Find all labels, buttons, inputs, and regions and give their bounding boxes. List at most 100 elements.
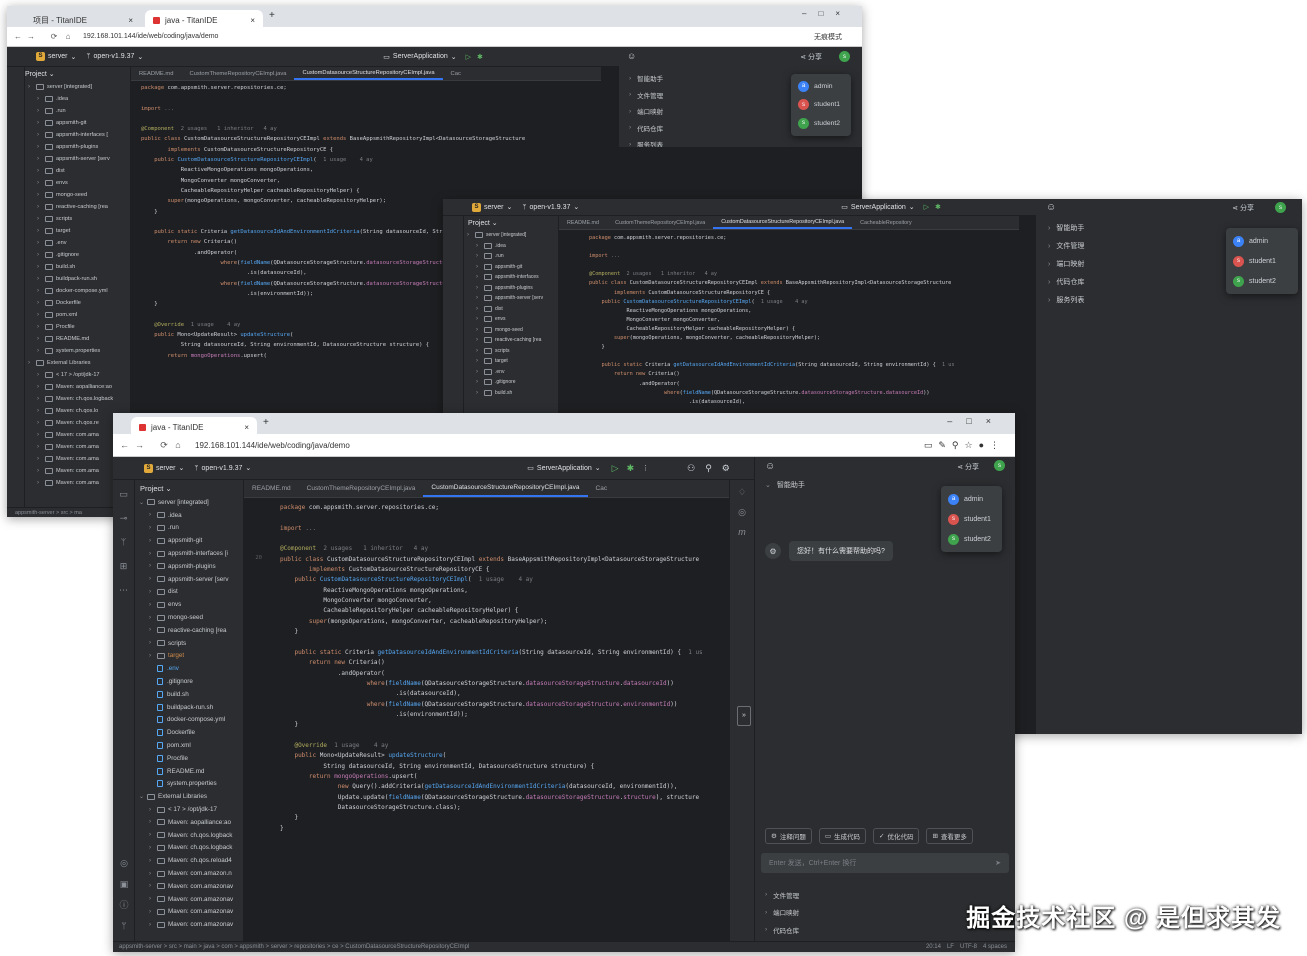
menu-item[interactable]: › 文件管理 [629,87,663,104]
ai-icon[interactable]: ◎ [738,507,746,517]
chevron-right-icon[interactable]: › [37,180,45,186]
menu-item[interactable]: › 智能助手 [1048,219,1084,237]
action-button[interactable]: ⚙ 注释问题 [765,828,812,844]
close-icon[interactable]: × [250,16,255,25]
run-icon[interactable]: ▷ [466,53,471,61]
project-selector[interactable]: Sserver ⌄ [139,463,189,474]
chevron-right-icon[interactable]: › [476,243,484,249]
menu-item[interactable]: › 端口映射 [629,103,663,120]
bottom-tool-icons[interactable]: ◎ ▣ ⓘ ᛘ [113,853,135,937]
chevron-right-icon[interactable]: › [37,444,45,450]
tool-window-icons[interactable]: ▭ ⊸ ᛘ ⊞ ⋯ [113,480,134,602]
tree-item[interactable]: › server [integrated] [464,230,558,241]
menu-assistant[interactable]: ⌄ 智能助手 [765,480,805,490]
chevron-right-icon[interactable]: › [37,108,45,114]
chevron-right-icon[interactable]: › [37,312,45,318]
incognito-label[interactable]: 无痕模式 [814,32,842,42]
menu-item[interactable]: › 代码仓库 [629,120,663,137]
chevron-right-icon[interactable]: › [629,91,631,98]
tree-item[interactable]: › mongo-seed [464,325,558,336]
user-option[interactable]: s student2 [791,114,851,133]
gear-icon[interactable]: ⚙ [722,463,730,474]
user-option[interactable]: s student1 [791,96,851,115]
chevron-right-icon[interactable]: › [476,316,484,322]
chevron-right-icon[interactable]: › [37,420,45,426]
m-icon[interactable]: m [738,527,746,537]
editor-tab[interactable]: CustomDatasourceStructureRepositoryCEImp… [713,216,853,229]
chevron-right-icon[interactable]: › [149,551,157,557]
tree-item[interactable]: › Maven: com.amazonav [135,880,243,893]
branch-selector[interactable]: ᛘ open-v1.9.37 ⌄ [81,52,148,62]
tree-item[interactable]: › < 17 > /opt/jdk-17 [135,803,243,816]
tree-item[interactable]: › < 17 > /opt/jdk-17 [25,369,130,381]
tree-item[interactable]: › scripts [135,637,243,650]
user-option[interactable]: s student2 [941,529,1002,549]
search-icon[interactable]: ⚲ [705,463,712,474]
status-item[interactable]: UTF-8 [960,944,977,950]
chevron-right-icon[interactable]: › [476,264,484,270]
action-button[interactable]: ✓ 优化代码 [872,828,920,844]
tree-item[interactable]: › scripts [25,213,130,225]
run-config-selector[interactable]: ▭ ServerApplication ⌄ [836,202,919,212]
status-path[interactable]: appsmith-server > src > main > java > co… [119,944,469,950]
chevron-right-icon[interactable]: › [1048,243,1050,250]
assistant-icon[interactable]: ☺ [1046,202,1056,213]
send-icon[interactable]: ➤ [995,859,1001,867]
chevron-right-icon[interactable]: › [149,896,157,902]
chevron-right-icon[interactable]: › [149,525,157,531]
new-tab-icon[interactable]: + [269,10,275,21]
tree-item[interactable]: › dist [464,304,558,315]
chevron-right-icon[interactable]: › [1048,225,1050,232]
tree-item[interactable]: › appsmith-interfaces [464,272,558,283]
chevron-right-icon[interactable]: › [476,390,484,396]
tree-item[interactable]: › .run [135,522,243,535]
action-button[interactable]: ⊞ 查看更多 [926,828,973,844]
editor-tab[interactable]: CustomThemeRepositoryCEImpl.java [299,480,424,497]
tree-item[interactable]: › appsmith-plugins [135,560,243,573]
tree-item[interactable]: › reactive-caching [rea [135,624,243,637]
tree-item[interactable]: › appsmith-plugins [25,141,130,153]
chevron-down-icon[interactable]: ⌄ [139,793,147,800]
tree-item[interactable]: › mongo-seed [135,611,243,624]
chevron-right-icon[interactable]: › [149,832,157,838]
expand-panel-button[interactable]: » [737,706,751,726]
menu-item[interactable]: › 智能助手 [629,70,663,87]
chevron-right-icon[interactable]: › [476,285,484,291]
tree-item[interactable]: › buildpack-run.sh [25,273,130,285]
close-icon[interactable]: × [244,423,249,432]
tree-item[interactable]: ⌄ server [integrated] [135,496,243,509]
tree-item[interactable]: buildpack-run.sh [135,701,243,714]
tree-item[interactable]: docker-compose.yml [135,714,243,727]
tree-item[interactable]: › mongo-seed [25,189,130,201]
chevron-right-icon[interactable]: › [476,348,484,354]
chevron-right-icon[interactable]: › [765,926,767,933]
tree-item[interactable]: system.properties [135,778,243,791]
nav-arrows-icon[interactable]: ←→ [7,32,47,41]
chevron-right-icon[interactable]: › [37,396,45,402]
status-item[interactable]: 20:14 [926,944,941,950]
tree-item[interactable]: .env [135,662,243,675]
chevron-right-icon[interactable]: › [37,204,45,210]
menu-item[interactable]: › 文件管理 [1048,237,1084,255]
chevron-right-icon[interactable]: › [37,252,45,258]
tree-item[interactable]: › .env [464,367,558,378]
avatar[interactable]: s [1275,202,1286,213]
chevron-right-icon[interactable]: › [37,336,45,342]
tree-item[interactable]: › Maven: ch.qos.logback [25,393,130,405]
tree-item[interactable]: › pom.xml [25,309,130,321]
chevron-right-icon[interactable]: › [149,871,157,877]
tree-item[interactable]: › .run [25,105,130,117]
tree-item[interactable]: › reactive-caching [rea [464,335,558,346]
chevron-right-icon[interactable]: › [476,337,484,343]
user-option[interactable]: a admin [1226,231,1298,251]
tree-item[interactable]: › Maven: com.amazonav [135,918,243,931]
project-selector[interactable]: Sserver ⌄ [31,51,81,62]
run-config-selector[interactable]: ▭ ServerApplication ⌄ [378,52,461,62]
chevron-right-icon[interactable]: › [149,653,157,659]
menu-item[interactable]: › 服务列表 [1048,291,1084,309]
tree-item[interactable]: › appsmith-git [135,534,243,547]
tree-item[interactable]: › target [464,356,558,367]
chevron-right-icon[interactable]: › [149,909,157,915]
chevron-right-icon[interactable]: › [37,432,45,438]
action-button[interactable]: ▭ 生成代码 [818,828,866,844]
